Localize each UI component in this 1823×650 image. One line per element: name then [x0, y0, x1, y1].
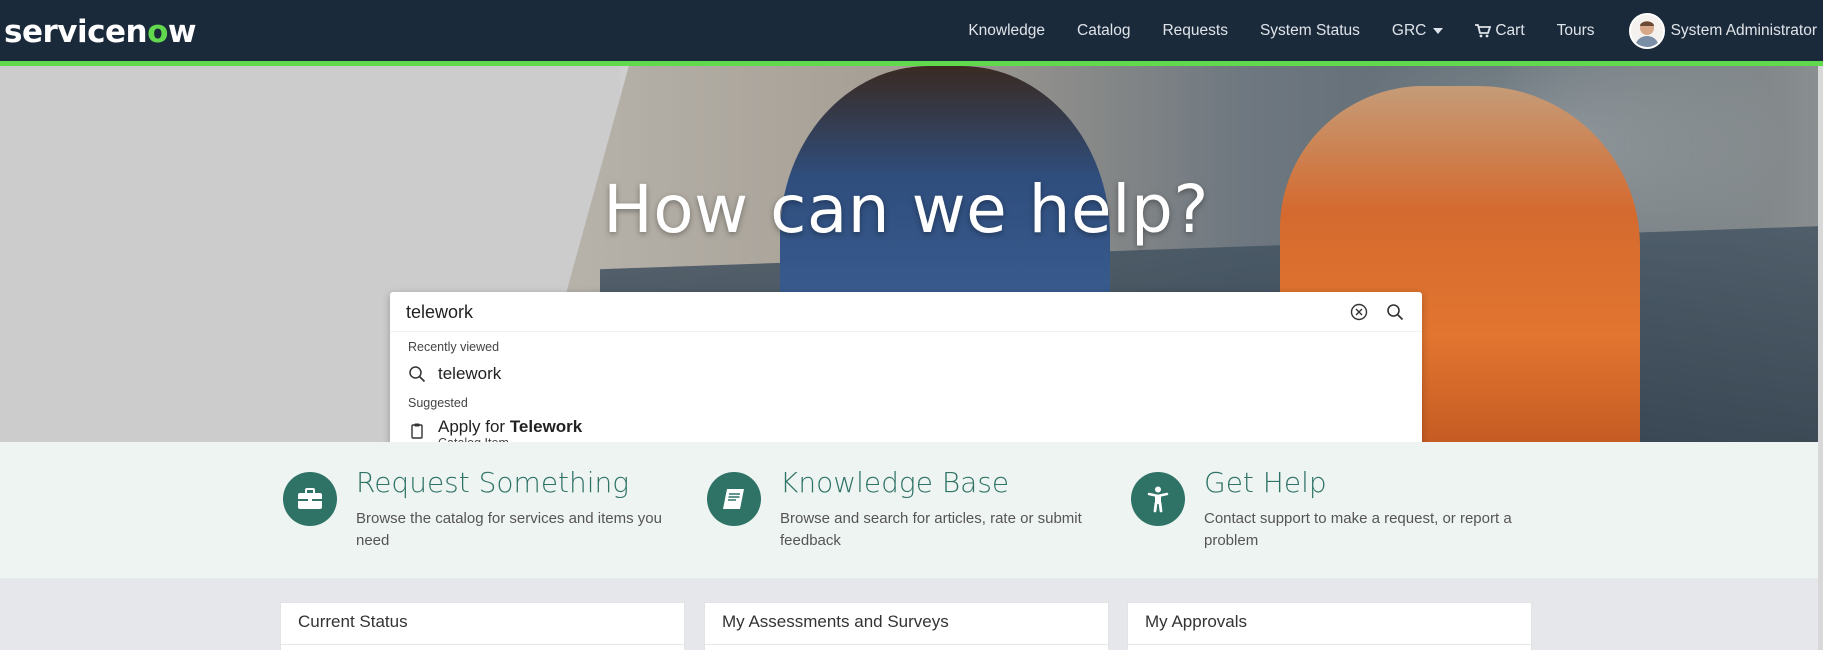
clear-search-icon[interactable] — [1350, 303, 1368, 321]
nav-cart[interactable]: Cart — [1475, 22, 1525, 40]
user-name: System Administrator — [1670, 21, 1817, 39]
recently-viewed-label: Recently viewed — [408, 340, 500, 354]
quick-link-icon-circle — [707, 472, 761, 526]
user-avatar[interactable] — [1628, 12, 1665, 49]
search-box — [390, 292, 1422, 332]
nav-knowledge[interactable]: Knowledge — [968, 22, 1045, 40]
user-menu[interactable]: System Administrator — [1628, 12, 1817, 49]
widget-title: My Approvals — [1145, 612, 1248, 631]
suggested-label: Suggested — [408, 396, 468, 410]
quick-links-strip: Request Something Browse the catalog for… — [0, 442, 1823, 578]
nav-tours[interactable]: Tours — [1557, 22, 1595, 40]
quick-link-description: Contact support to make a request, or re… — [1204, 510, 1512, 549]
nav-menu: Knowledge Catalog Requests System Status… — [952, 0, 1823, 61]
widget-my-assessments-and-surveys: My Assessments and Surveys — [704, 602, 1109, 650]
accessibility-icon — [1147, 486, 1169, 513]
top-navigation-bar: servicenow Knowledge Catalog Requests Sy… — [0, 0, 1823, 66]
briefcase-icon — [298, 488, 322, 509]
search-input[interactable] — [406, 292, 1306, 332]
quick-link-title[interactable]: Get Help — [1204, 466, 1327, 499]
widget-title: Current Status — [298, 612, 408, 631]
suggestion-highlight: Telework — [509, 417, 583, 436]
nav-grc-dropdown[interactable]: GRC — [1392, 22, 1444, 40]
quick-link-icon-circle — [1131, 472, 1185, 526]
widget-divider — [1128, 644, 1531, 645]
page-scrollbar[interactable] — [1818, 66, 1823, 650]
quick-link-title[interactable]: Knowledge Base — [780, 466, 1009, 499]
quick-link-description: Browse the catalog for services and item… — [356, 510, 662, 549]
suggestion-text: Apply for — [438, 417, 510, 436]
nav-system-status[interactable]: System Status — [1260, 22, 1360, 40]
caret-down-icon — [1433, 27, 1444, 34]
book-icon — [723, 489, 744, 509]
widget-title: My Assessments and Surveys — [722, 612, 949, 631]
hero-title: How can we help? — [603, 171, 1209, 248]
servicenow-logo[interactable]: servicenow — [4, 14, 197, 50]
widget-my-approvals: My Approvals — [1127, 602, 1532, 650]
user-photo-icon — [1634, 20, 1659, 47]
clipboard-icon — [411, 423, 423, 439]
widget-current-status: Current Status — [280, 602, 685, 650]
widget-divider — [281, 644, 684, 645]
nav-catalog[interactable]: Catalog — [1077, 22, 1130, 40]
quick-link-icon-circle — [283, 472, 337, 526]
search-history-icon — [409, 366, 426, 383]
nav-requests[interactable]: Requests — [1162, 22, 1227, 40]
cart-icon — [1475, 23, 1492, 37]
recent-search-item[interactable]: telework — [408, 364, 501, 384]
quick-link-description: Browse and search for articles, rate or … — [780, 510, 1082, 549]
search-icon[interactable] — [1386, 303, 1404, 321]
widget-divider — [705, 644, 1108, 645]
quick-link-title[interactable]: Request Something — [356, 466, 629, 499]
